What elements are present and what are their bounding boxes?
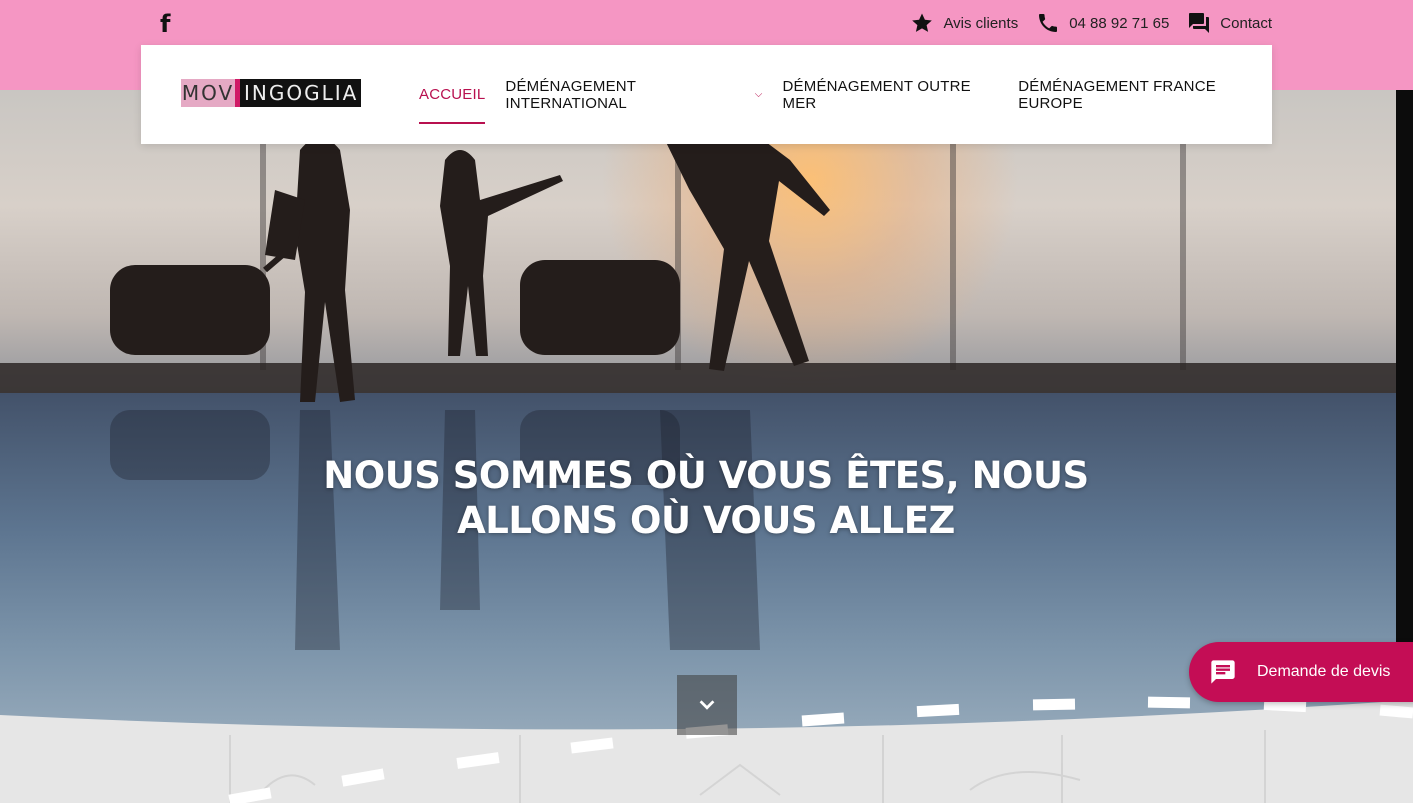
chevron-down-icon (699, 700, 715, 710)
main-nav: ACCUEIL DÉMÉNAGEMENT INTERNATIONAL ⌵ DÉM… (419, 45, 1272, 144)
path-dash (916, 703, 960, 718)
chat-bubble-icon (1211, 660, 1235, 684)
scroll-down-button[interactable] (677, 675, 737, 735)
contact-link[interactable]: Contact (1187, 11, 1272, 35)
nav-item-international[interactable]: DÉMÉNAGEMENT INTERNATIONAL ⌵ (505, 45, 762, 144)
phone-link[interactable]: 04 88 92 71 65 (1036, 11, 1169, 35)
nav-label: DÉMÉNAGEMENT FRANCE EUROPE (1018, 77, 1216, 112)
hero-title: NOUS SOMMES OÙ VOUS ÊTES, NOUS ALLONS OÙ… (306, 453, 1106, 543)
nav-item-outre-mer[interactable]: DÉMÉNAGEMENT OUTRE MER (783, 45, 999, 144)
facebook-icon[interactable]: f (160, 10, 180, 38)
chevron-down-icon: ⌵ (754, 89, 763, 100)
nav-label: ACCUEIL (419, 86, 486, 103)
nav-item-france-europe[interactable]: DÉMÉNAGEMENT FRANCE EUROPE (1018, 45, 1272, 144)
logo-text-part2: INGOGLIA (244, 81, 359, 105)
nav-label: DÉMÉNAGEMENT OUTRE MER (782, 77, 971, 112)
hero-title-line2: ALLONS OÙ VOUS ALLEZ (457, 499, 955, 542)
phone-icon (1039, 14, 1058, 32)
path-dash (1032, 698, 1076, 711)
top-links: Avis clients 04 88 92 71 65 Contact (910, 9, 1272, 37)
nav-item-accueil[interactable]: ACCUEIL (419, 45, 486, 144)
phone-label: 04 88 92 71 65 (1069, 14, 1170, 32)
logo-text-part1: MOV (181, 81, 235, 105)
star-icon (912, 13, 933, 32)
path-dash (1147, 696, 1191, 709)
reviews-label: Avis clients (943, 14, 1019, 32)
contact-label: Contact (1220, 14, 1272, 32)
hero-title-line1: NOUS SOMMES OÙ VOUS ÊTES, NOUS (323, 454, 1089, 497)
quote-request-label: Demande de devis (1257, 663, 1391, 680)
travelers-silhouette (110, 130, 830, 402)
hero-right-edge (1396, 90, 1413, 735)
hero-banner: NOUS SOMMES OÙ VOUS ÊTES, NOUS ALLONS OÙ… (0, 90, 1396, 735)
chat-icon (1189, 13, 1210, 33)
quote-request-button[interactable]: Demande de devis (1189, 642, 1413, 702)
site-logo[interactable]: MOV INGOGLIA (181, 79, 361, 107)
main-header: MOV INGOGLIA ACCUEIL DÉMÉNAGEMENT INTERN… (141, 45, 1272, 144)
reviews-link[interactable]: Avis clients (910, 11, 1018, 35)
nav-label: DÉMÉNAGEMENT INTERNATIONAL (505, 77, 636, 112)
